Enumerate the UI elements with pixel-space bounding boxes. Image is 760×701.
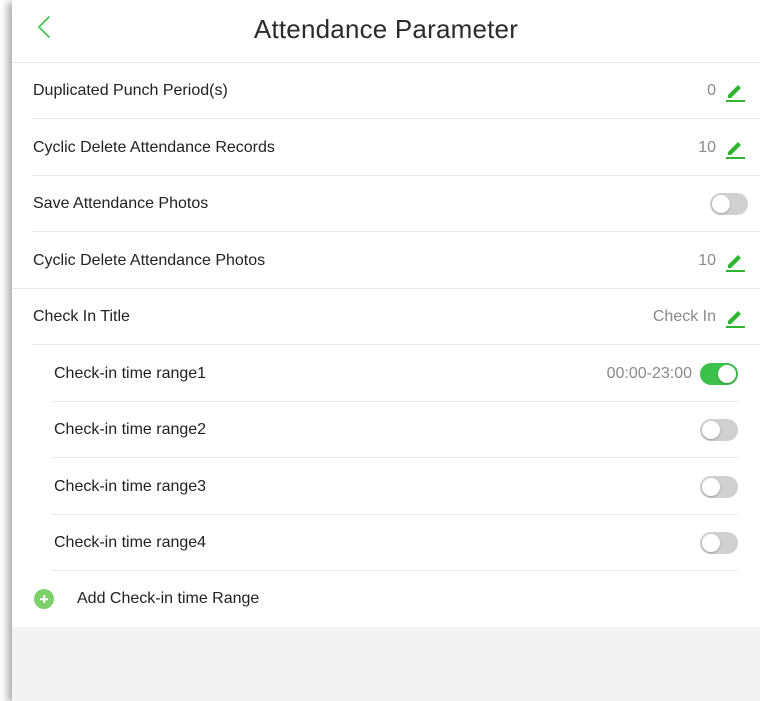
toggle-knob: [718, 364, 736, 383]
time-range-row-1[interactable]: Check-in time range1 00:00-23:00: [12, 345, 760, 402]
setting-cyclic-delete-records[interactable]: Cyclic Delete Attendance Records 10: [12, 119, 760, 176]
setting-cyclic-delete-photos[interactable]: Cyclic Delete Attendance Photos 10: [12, 232, 760, 289]
save-photos-toggle[interactable]: [710, 193, 748, 215]
time-range-label: Check-in time range4: [54, 534, 207, 551]
time-range-label: Check-in time range3: [54, 477, 207, 495]
settings-list: Duplicated Punch Period(s) 0 Cyclic Dele…: [12, 63, 760, 627]
device-screen: Attendance Parameter Duplicated Punch Pe…: [12, 0, 760, 701]
page-title: Attendance Parameter: [253, 14, 519, 44]
time-range-label: Check-in time range2: [54, 421, 207, 438]
edit-pencil-icon[interactable]: [724, 306, 746, 328]
time-range-2-toggle[interactable]: [700, 419, 738, 441]
time-range-row-4[interactable]: Check-in time range4: [12, 515, 760, 571]
app-header: Attendance Parameter: [12, 0, 760, 63]
setting-label: Cyclic Delete Attendance Photos: [33, 251, 266, 269]
toggle-knob: [702, 421, 720, 439]
setting-label: Cyclic Delete Attendance Records: [33, 138, 275, 156]
setting-duplicated-punch-period[interactable]: Duplicated Punch Period(s) 0: [12, 63, 760, 119]
toggle-knob: [702, 534, 720, 552]
edit-pencil-icon[interactable]: [724, 137, 746, 159]
setting-save-attendance-photos[interactable]: Save Attendance Photos: [12, 176, 760, 232]
setting-value: 10: [698, 251, 716, 269]
setting-label: Check In Title: [33, 308, 130, 325]
time-range-row-2[interactable]: Check-in time range2: [12, 402, 760, 458]
setting-value: 0: [707, 82, 716, 99]
plus-circle-icon: [34, 589, 54, 609]
time-range-1-toggle[interactable]: [700, 362, 738, 385]
setting-label: Duplicated Punch Period(s): [33, 82, 228, 99]
toggle-knob: [702, 477, 720, 496]
edit-pencil-icon[interactable]: [724, 250, 746, 272]
setting-value: Check In: [652, 308, 716, 325]
add-time-range-button[interactable]: Add Check-in time Range: [12, 571, 760, 627]
toggle-knob: [712, 195, 730, 213]
setting-value: 10: [698, 138, 716, 156]
time-range-3-toggle[interactable]: [700, 475, 738, 498]
setting-check-in-title[interactable]: Check In Title Check In: [12, 289, 760, 345]
setting-label: Save Attendance Photos: [33, 195, 209, 212]
add-time-range-label: Add Check-in time Range: [77, 590, 260, 607]
edit-pencil-icon[interactable]: [724, 80, 746, 102]
time-range-value: 00:00-23:00: [606, 364, 692, 382]
time-range-4-toggle[interactable]: [700, 532, 738, 554]
time-range-label: Check-in time range1: [54, 364, 207, 382]
time-range-row-3[interactable]: Check-in time range3: [12, 458, 760, 515]
